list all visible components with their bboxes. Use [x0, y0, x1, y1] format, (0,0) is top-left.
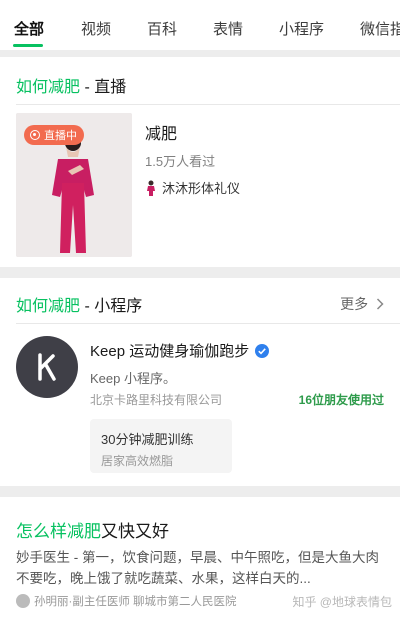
article-title-rest: 又快又好 — [101, 522, 169, 541]
live-host[interactable]: 沐沐形体礼仪 — [145, 178, 240, 197]
live-section: 如何减肥 - 直播 直播中 减肥 1.5万人看过 沐沐形体礼仪 — [0, 57, 400, 267]
live-badge: 直播中 — [24, 125, 84, 145]
watermark: 知乎 @地球表情包 — [292, 595, 392, 609]
verified-badge-icon — [255, 343, 270, 358]
divider — [16, 104, 400, 105]
service-card[interactable]: 30分钟减肥训练 居家高效燃脂 — [90, 419, 232, 473]
live-title[interactable]: 减肥 — [145, 120, 177, 144]
live-section-title: 如何减肥 - 直播 — [16, 73, 126, 97]
app-description: Keep 小程序。 — [90, 371, 176, 386]
article-source: 孙明丽·副主任医师 聊城市第二人民医院 — [16, 593, 237, 609]
live-viewer-count: 1.5万人看过 — [145, 154, 216, 169]
tab-encyclopedia[interactable]: 百科 — [147, 18, 177, 39]
live-badge-label: 直播中 — [44, 130, 77, 142]
app-company: 北京卡路里科技有限公司 — [90, 393, 223, 407]
live-dot-icon — [30, 130, 40, 140]
tab-wechat-index[interactable]: 微信指 — [360, 18, 400, 39]
article-result[interactable]: 怎么样减肥又快又好 妙手医生 - 第一，饮食问题，早晨、中午照吃，但是大鱼大肉不… — [0, 497, 400, 628]
more-label: 更多 — [340, 296, 369, 312]
live-thumbnail[interactable]: 直播中 — [16, 113, 132, 257]
section-type-label: - 小程序 — [80, 298, 143, 315]
service-subtitle: 居家高效燃脂 — [101, 454, 174, 468]
mini-section-title: 如何减肥 - 小程序 — [16, 292, 142, 316]
search-keyword: 如何减肥 — [16, 298, 81, 315]
host-avatar-icon — [147, 180, 155, 196]
divider — [16, 323, 400, 324]
section-type-label: - 直播 — [80, 79, 127, 96]
article-snippet: 妙手医生 - 第一，饮食问题，早晨、中午照吃，但是大鱼大肉不要吃，晚上饿了就吃蔬… — [16, 550, 379, 586]
friends-used-count: 16位朋友使用过 — [298, 393, 384, 407]
search-tabs: 全部 视频 百科 表情 小程序 微信指 — [0, 0, 400, 50]
article-source-text: 孙明丽·副主任医师 聊城市第二人民医院 — [34, 596, 237, 608]
chevron-right-icon — [376, 298, 384, 310]
tab-stickers[interactable]: 表情 — [213, 18, 243, 39]
more-link[interactable]: 更多 — [340, 294, 384, 314]
active-tab-indicator — [13, 44, 43, 47]
keep-k-icon — [38, 353, 56, 381]
service-title: 30分钟减肥训练 — [101, 432, 194, 447]
host-name: 沐沐形体礼仪 — [162, 181, 241, 196]
author-avatar — [16, 594, 30, 608]
mini-program-section: 如何减肥 - 小程序 更多 Keep 运动健身瑜伽跑步 Keep 小程序。 北京… — [0, 278, 400, 486]
app-name-row[interactable]: Keep 运动健身瑜伽跑步 — [90, 340, 270, 361]
article-title[interactable]: 怎么样减肥又快又好 — [16, 517, 169, 542]
search-keyword: 如何减肥 — [16, 79, 81, 96]
tab-mini-programs[interactable]: 小程序 — [279, 18, 324, 39]
keep-app-logo[interactable] — [16, 336, 78, 398]
tab-video[interactable]: 视频 — [81, 18, 111, 39]
tab-all[interactable]: 全部 — [14, 18, 44, 39]
app-name: Keep 运动健身瑜伽跑步 — [90, 343, 250, 360]
search-keyword: 怎么样减肥 — [16, 522, 101, 541]
